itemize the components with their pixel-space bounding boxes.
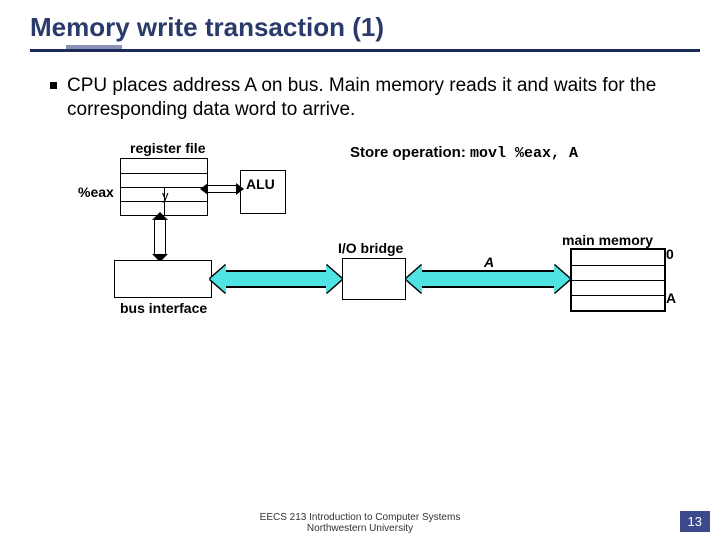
arrow-regfile-alu [208,185,236,193]
page-number: 13 [680,511,710,532]
label-io-bridge: I/O bridge [338,240,403,256]
label-y: y [162,188,169,203]
label-main-memory: main memory [562,232,653,248]
arrow-regfile-businterface [154,220,166,254]
label-eax: %eax [78,184,114,200]
label-mem-addr-A: A [666,290,676,306]
label-A-on-bus: A [484,254,494,270]
footer-line-2: Northwestern University [0,523,720,534]
register-file-box [120,158,208,216]
label-bus-interface: bus interface [120,300,207,316]
label-register-file: register file [130,140,205,156]
code-store-operation: movl %eax, A [470,145,578,162]
title-rule [30,49,700,52]
diagram: register file Store operation: movl %eax… [50,140,690,360]
io-bridge-box [342,258,406,300]
bus-arrow-right [422,270,554,288]
footer: EECS 213 Introduction to Computer System… [0,512,720,534]
label-alu: ALU [246,176,275,192]
bullet-icon [50,82,57,89]
main-memory-box [570,248,666,312]
footer-line-1: EECS 213 Introduction to Computer System… [0,512,720,523]
bullet-point: CPU places address A on bus. Main memory… [50,74,690,122]
label-mem-index-0: 0 [666,246,674,262]
bullet-text: CPU places address A on bus. Main memory… [67,74,690,122]
slide-title: Memory write transaction (1) [30,12,700,43]
bus-arrow-left [226,270,326,288]
bus-interface-box [114,260,212,298]
label-store-operation: Store operation: [350,144,466,161]
